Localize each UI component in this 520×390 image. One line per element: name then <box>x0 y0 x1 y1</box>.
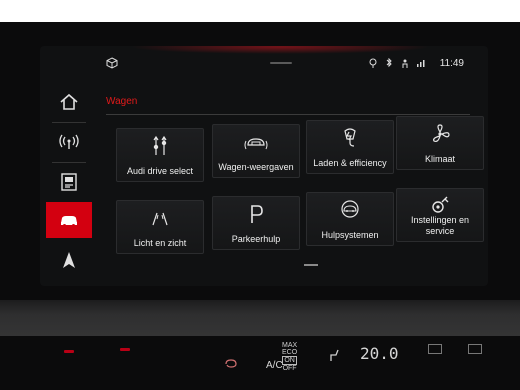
infotainment-screen: 11:49 Wagen Audi drive select Wagen-weer… <box>40 46 488 286</box>
tile-wagen-weergaven[interactable]: Wagen-weergaven <box>212 124 300 178</box>
tile-audi-drive-select[interactable]: Audi drive select <box>116 128 204 182</box>
tile-label: Klimaat <box>424 154 455 164</box>
sidebar-item-connectivity[interactable] <box>46 124 92 160</box>
charging-icon <box>344 128 356 147</box>
car-icon <box>61 216 77 227</box>
rear-defrost-button[interactable] <box>468 344 482 354</box>
person-icon <box>402 59 408 68</box>
clock: 11:49 <box>439 58 464 69</box>
tile-parkeerhulp[interactable]: Parkeerhulp <box>212 196 300 250</box>
tile-instellingen-en-service[interactable]: Instellingen en service <box>396 188 484 242</box>
tile-label: Laden & efficiency <box>313 158 387 168</box>
settings-icon <box>432 196 449 213</box>
tile-klimaat[interactable]: Klimaat <box>396 116 484 170</box>
tile-label: Instellingen en service <box>410 215 470 236</box>
tile-laden-efficiency[interactable]: Laden & efficiency <box>306 120 394 174</box>
sidebar-item-home[interactable] <box>46 84 92 120</box>
drive-select-icon <box>153 135 167 155</box>
indicator-led <box>64 350 74 353</box>
sidebar <box>46 84 92 280</box>
parking-icon <box>251 205 263 223</box>
sidebar-item-phone[interactable] <box>46 164 92 200</box>
fan-icon <box>433 124 450 143</box>
indicator-led <box>120 348 130 351</box>
car-view-icon <box>244 138 268 150</box>
recirculation-icon[interactable] <box>224 358 238 368</box>
max-label: MAX <box>282 342 298 349</box>
connectivity-icon <box>59 134 79 149</box>
light-icon <box>152 212 168 226</box>
sidebar-divider <box>52 122 86 123</box>
tile-hulpsystemen[interactable]: Hulpsystemen <box>306 192 394 246</box>
defrost-button[interactable] <box>428 344 442 354</box>
signal-icon <box>417 60 425 67</box>
title-divider <box>106 114 470 115</box>
sidebar-divider <box>52 162 86 163</box>
seat-heat-icon[interactable] <box>328 348 342 362</box>
tile-licht-en-zicht[interactable]: Licht en zicht <box>116 200 204 254</box>
ac-on-label: ON <box>282 356 298 365</box>
phone-icon <box>61 173 77 191</box>
sidebar-item-navigation[interactable] <box>46 242 92 278</box>
sidebar-item-vehicle[interactable] <box>46 202 92 238</box>
tile-label: Audi drive select <box>126 166 194 176</box>
vehicle-cube-icon <box>106 57 118 69</box>
page-indicator <box>304 264 318 266</box>
tile-label: Hulpsystemen <box>321 230 379 240</box>
climate-control-panel: A/C MAX ECO ON OFF 20.0 <box>0 338 520 390</box>
status-bar: 11:49 <box>40 46 488 76</box>
location-icon <box>369 58 377 68</box>
assist-icon <box>341 200 359 218</box>
ac-label[interactable]: A/C <box>266 360 283 371</box>
pull-down-handle[interactable] <box>270 62 292 64</box>
climate-shelf <box>0 300 520 336</box>
navigation-icon <box>63 252 75 268</box>
tile-label: Parkeerhulp <box>231 234 281 244</box>
home-icon <box>60 93 78 110</box>
tile-label: Wagen-weergaven <box>218 162 294 172</box>
max-eco-labels[interactable]: MAX ECO ON OFF <box>282 342 298 372</box>
temperature-display[interactable]: 20.0 <box>360 344 399 363</box>
bluetooth-icon <box>386 58 392 68</box>
off-label: OFF <box>282 365 297 372</box>
page-title: Wagen <box>106 96 138 107</box>
eco-label: ECO <box>282 349 298 356</box>
tile-label: Licht en zicht <box>133 238 187 248</box>
status-icons <box>368 58 426 68</box>
